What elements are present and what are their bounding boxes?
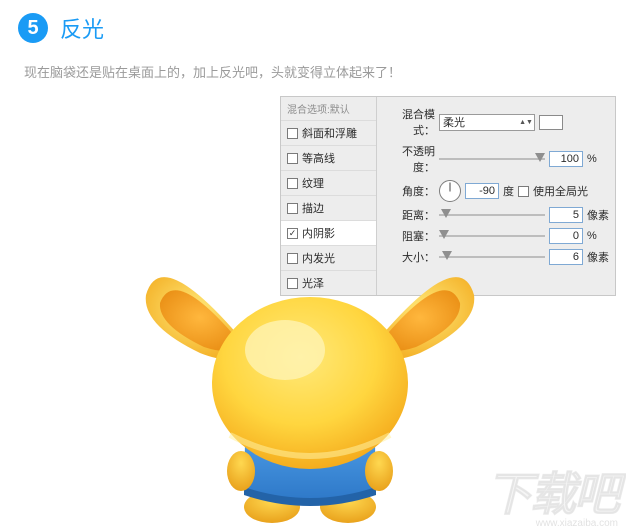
size-input[interactable]: 6 bbox=[549, 249, 583, 265]
choke-input[interactable]: 0 bbox=[549, 228, 583, 244]
effect-checkbox[interactable]: ✓ bbox=[287, 228, 298, 239]
watermark: 下载吧 www.xiazaiba.com bbox=[486, 458, 618, 529]
effect-label: 描边 bbox=[302, 200, 324, 216]
blend-mode-select[interactable]: 柔光 ▲▼ bbox=[439, 114, 535, 131]
step-title: 反光 bbox=[60, 12, 104, 44]
global-light-label: 使用全局光 bbox=[533, 183, 588, 199]
choke-label: 阻塞： bbox=[383, 228, 435, 244]
effect-checkbox[interactable] bbox=[287, 178, 298, 189]
select-arrows-icon: ▲▼ bbox=[521, 120, 531, 125]
color-swatch[interactable] bbox=[539, 115, 563, 130]
watermark-text: 下载吧 bbox=[486, 458, 618, 524]
distance-input[interactable]: 5 bbox=[549, 207, 583, 223]
effect-label: 纹理 bbox=[302, 175, 324, 191]
opacity-slider[interactable] bbox=[439, 152, 545, 166]
effect-checkbox[interactable] bbox=[287, 128, 298, 139]
angle-input[interactable]: -90 bbox=[465, 183, 499, 199]
list-header: 混合选项:默认 bbox=[281, 97, 376, 120]
effect-item[interactable]: 纹理 bbox=[281, 170, 376, 195]
effect-item[interactable]: 斜面和浮雕 bbox=[281, 120, 376, 145]
character-illustration bbox=[140, 255, 480, 525]
effect-label: 等高线 bbox=[302, 150, 335, 166]
distance-label: 距离： bbox=[383, 207, 435, 223]
choke-slider[interactable] bbox=[439, 229, 545, 243]
choke-unit: % bbox=[587, 230, 609, 242]
opacity-unit: % bbox=[587, 153, 609, 165]
effect-label: 斜面和浮雕 bbox=[302, 125, 357, 141]
blend-mode-label: 混合模式： bbox=[383, 106, 435, 138]
effect-label: 内阴影 bbox=[302, 225, 335, 241]
global-light-checkbox[interactable] bbox=[518, 186, 529, 197]
effect-item[interactable]: 描边 bbox=[281, 195, 376, 220]
effect-checkbox[interactable] bbox=[287, 203, 298, 214]
step-number-badge: 5 bbox=[18, 13, 48, 43]
angle-label: 角度： bbox=[383, 183, 435, 199]
step-description: 现在脑袋还是贴在桌面上的，加上反光吧，头就变得立体起来了！ bbox=[0, 48, 626, 81]
effect-item[interactable]: 等高线 bbox=[281, 145, 376, 170]
distance-unit: 像素 bbox=[587, 207, 609, 223]
blend-mode-value: 柔光 bbox=[443, 114, 465, 130]
distance-slider[interactable] bbox=[439, 208, 545, 222]
angle-dial[interactable] bbox=[439, 180, 461, 202]
effect-checkbox[interactable] bbox=[287, 153, 298, 164]
angle-unit: 度 bbox=[503, 183, 514, 199]
opacity-label: 不透明度： bbox=[383, 143, 435, 175]
opacity-input[interactable]: 100 bbox=[549, 151, 583, 167]
effect-item[interactable]: ✓ 内阴影 bbox=[281, 220, 376, 245]
size-unit: 像素 bbox=[587, 249, 609, 265]
